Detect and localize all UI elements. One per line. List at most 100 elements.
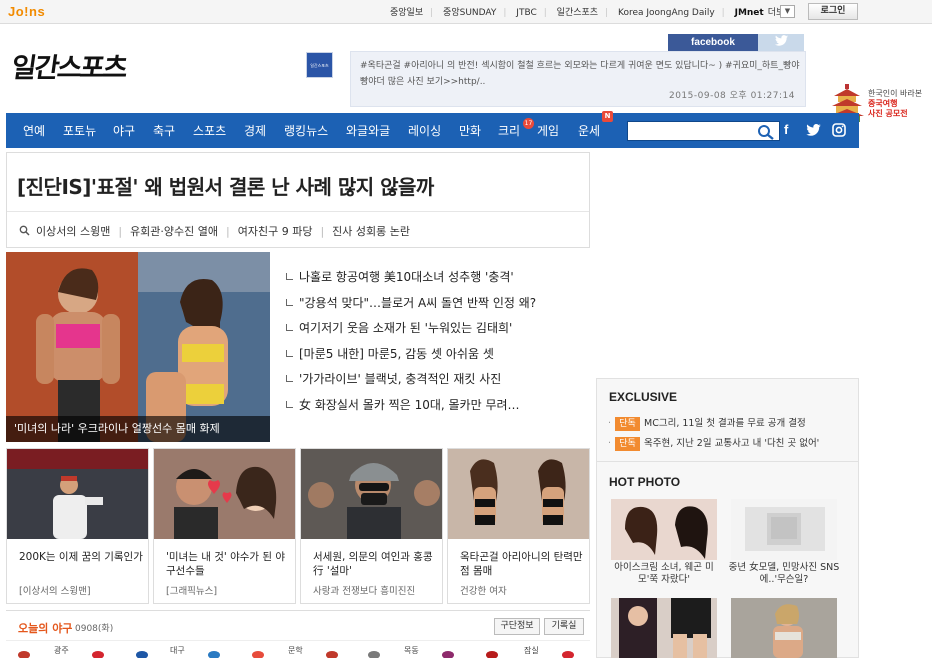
team-logo-icon <box>486 651 498 658</box>
nav-item-waglewagle[interactable]: 와글와글 <box>346 122 390 139</box>
news-list-item-text[interactable]: 여기저기 웃음 소재가 된 '누워있는 김태희' <box>299 321 512 335</box>
bullet-icon <box>286 400 293 408</box>
feature-photo[interactable] <box>6 252 270 442</box>
network-link-sunday[interactable]: 중앙SUNDAY <box>443 8 496 18</box>
facebook-page-thumbnail[interactable]: 일간스포츠 <box>306 52 333 78</box>
photo-card[interactable]: 옥타곤걸 아리아니의 탄력만점 몸매 건강한 여자 <box>447 448 590 604</box>
keyword-link[interactable]: 이상서의 스윙맨 <box>36 225 110 238</box>
nav-item-sports[interactable]: 스포츠 <box>193 122 226 139</box>
game-venue[interactable]: 광주 <box>54 645 69 656</box>
news-list-item[interactable]: "강용석 맞다"…블로거 A씨 돌연 반짝 인정 왜? <box>286 294 586 320</box>
photo-card-title[interactable]: 200K는 이제 꿈의 기록인가 <box>19 550 143 564</box>
news-list-item-text[interactable]: 女 화장실서 몰카 찍은 10대, 몰카만 무려… <box>299 398 520 412</box>
instagram-icon[interactable] <box>832 123 846 137</box>
exclusive-item-text[interactable]: MC그리, 11일 첫 결과를 무료 공개 결정 <box>644 418 806 429</box>
photo-card-title[interactable]: '미녀는 내 것' 야수가 된 야구선수들 <box>166 550 290 578</box>
hot-photo-image[interactable] <box>611 598 717 658</box>
photo-card-image[interactable] <box>301 449 442 539</box>
exclusive-item[interactable]: · 단독 옥주현, 지난 2일 교통사고 내 '다친 곳 없어' <box>608 435 819 451</box>
feature-photo-caption[interactable]: '미녀의 나라' 우크라이나 얼짱선수 몸매 화제 <box>6 416 270 442</box>
photo-card-image[interactable] <box>154 449 295 539</box>
facebook-tab[interactable]: facebook <box>668 34 758 51</box>
facebook-icon[interactable]: f <box>784 122 788 137</box>
photo-card-image[interactable] <box>7 449 148 539</box>
nav-item-fortune[interactable]: 운세 <box>578 122 600 139</box>
team-logo-icon <box>18 651 30 658</box>
nav-item-comics[interactable]: 만화 <box>459 122 481 139</box>
photo-card[interactable]: '미녀는 내 것' 야수가 된 야구선수들 [그래픽뉴스] <box>153 448 296 604</box>
nav-item-soccer[interactable]: 축구 <box>153 122 175 139</box>
nav-item-photo[interactable]: 포토뉴 <box>63 122 96 139</box>
game-venue[interactable]: 문학 <box>288 645 303 656</box>
hot-photo-caption[interactable]: 아이스크림 소녀, 웨곤 미모'쭉 자랐다' <box>608 562 720 586</box>
twitter-bird-icon <box>774 35 788 46</box>
twitter-icon[interactable] <box>806 124 821 136</box>
news-list-item[interactable]: 나홀로 항공여행 美10대소녀 성추행 '충격' <box>286 268 586 294</box>
main-nav: 연예 포토뉴 야구 축구 스포츠 경제 랭킹뉴스 와글와글 레이싱 만화 크리 … <box>6 111 859 148</box>
records-button[interactable]: 기록실 <box>544 618 584 635</box>
exclusive-item-text[interactable]: 옥주현, 지난 2일 교통사고 내 '다친 곳 없어' <box>644 438 819 449</box>
sidebar-divider <box>597 461 858 462</box>
photo-card-image[interactable] <box>448 449 589 539</box>
login-button[interactable]: 로그인 <box>808 3 858 20</box>
news-list-item[interactable]: [마룬5 내한] 마룬5, 감동 셋 아쉬움 셋 <box>286 345 586 371</box>
top-headline[interactable]: [진단IS]'표절' 왜 법원서 결론 난 사례 많지 않을까 <box>17 171 434 200</box>
twitter-tab[interactable] <box>758 34 804 51</box>
exclusive-title: EXCLUSIVE <box>609 390 678 404</box>
search-icon[interactable] <box>757 124 775 140</box>
team-info-button[interactable]: 구단정보 <box>494 618 540 635</box>
promo-line-1: 한국인이 바라본 <box>868 89 923 98</box>
feature-photo-art <box>6 252 270 442</box>
todays-baseball-title[interactable]: 오늘의 야구 <box>18 620 72 636</box>
photo-card-title[interactable]: 옥타곤걸 아리아니의 탄력만점 몸매 <box>460 550 584 578</box>
news-list-item-text[interactable]: [마룬5 내한] 마룬5, 감동 셋 아쉬움 셋 <box>299 347 494 361</box>
facebook-post-text[interactable]: #옥타곤걸 #아리아니 의 반전! 섹시함이 철철 흐르는 외모와는 다르게 귀… <box>360 58 800 90</box>
network-links: 중앙일보 | 중앙SUNDAY | JTBC | 일간스포츠 | Korea Joong… <box>390 5 800 18</box>
keyword-link[interactable]: 여자친구 9 파당 <box>238 225 313 238</box>
joins-logo[interactable]: Jo!ns <box>8 4 45 19</box>
photo-card-title[interactable]: 서세원, 의문의 여인과 홍콩行 '설마' <box>313 550 437 578</box>
keyword-link[interactable]: 유회관·양수진 열애 <box>130 225 218 238</box>
news-list-item[interactable]: 女 화장실서 몰카 찍은 10대, 몰카만 무려… <box>286 396 586 422</box>
photo-card-source: [그래픽뉴스] <box>166 586 218 597</box>
bullet-icon <box>286 273 293 280</box>
nav-item-economy[interactable]: 경제 <box>244 122 266 139</box>
nav-item-racing[interactable]: 레이싱 <box>408 122 441 139</box>
nav-item-entertainment[interactable]: 연예 <box>23 122 45 139</box>
exclusive-item[interactable]: · 단독 MC그리, 11일 첫 결과를 무료 공개 결정 <box>608 415 806 431</box>
news-list-item[interactable]: '가가라이브' 블랙넛, 충격적인 재킷 사진 <box>286 370 586 396</box>
keyword-link[interactable]: 진사 성회롱 논란 <box>332 225 410 238</box>
nav-item-ranking[interactable]: 랭킹뉴스 <box>284 122 328 139</box>
nav-item-baseball[interactable]: 야구 <box>113 122 135 139</box>
network-link-daily[interactable]: Korea JoongAng Daily <box>618 8 715 18</box>
jmnet-label[interactable]: JMnet <box>735 8 764 18</box>
hot-photo-image[interactable] <box>731 598 837 658</box>
new-badge: N <box>602 111 613 122</box>
photo-card[interactable]: 200K는 이제 꿈의 기록인가 [이상서의 스윙맨] <box>6 448 149 604</box>
site-logo[interactable]: 일간스포츠 <box>9 46 129 85</box>
network-link-ilgan[interactable]: 일간스포츠 <box>557 8 598 18</box>
news-list-item-text[interactable]: "강용석 맞다"…블로거 A씨 돌연 반짝 인정 왜? <box>299 296 536 310</box>
promo-line-3: 사진 공모전 <box>868 109 908 118</box>
news-list-item-text[interactable]: 나홀로 항공여행 美10대소녀 성추행 '충격' <box>299 270 514 284</box>
magnifier-icon <box>19 225 30 236</box>
photo-card[interactable]: 서세원, 의문의 여인과 홍콩行 '설마' 사랑과 전쟁보다 흥미진진 <box>300 448 443 604</box>
news-list-item-text[interactable]: '가가라이브' 블랙넛, 충격적인 재킷 사진 <box>299 372 501 386</box>
game-venue[interactable]: 잠실 <box>524 645 539 656</box>
nav-item-kri[interactable]: 크리 <box>498 122 520 139</box>
kri-count-badge: 17 <box>523 118 534 129</box>
hot-photo-image[interactable] <box>731 499 837 560</box>
todays-baseball-bar: 오늘의 야구 0908(화) 구단정보 기록실 <box>6 610 590 640</box>
more-dropdown-button[interactable]: ▼ <box>780 5 795 18</box>
news-list-item[interactable]: 여기저기 웃음 소재가 된 '누워있는 김태희' <box>286 319 586 345</box>
photo-card-source: [이상서의 스윙맨] <box>19 586 91 597</box>
network-link-jtbc[interactable]: JTBC <box>516 8 536 18</box>
team-logo-icon <box>136 651 148 658</box>
game-venue[interactable]: 대구 <box>170 645 185 656</box>
hot-photo-caption[interactable]: 중년 女모델, 민망사진 SNS에..'무슨일? <box>728 562 840 586</box>
hot-photo-image[interactable] <box>611 499 717 560</box>
network-link-joongang[interactable]: 중앙일보 <box>390 8 423 18</box>
game-venue[interactable]: 목동 <box>404 645 419 656</box>
nav-item-game[interactable]: 게임 <box>537 122 559 139</box>
promo-line-2: 중국여행 <box>868 99 898 108</box>
